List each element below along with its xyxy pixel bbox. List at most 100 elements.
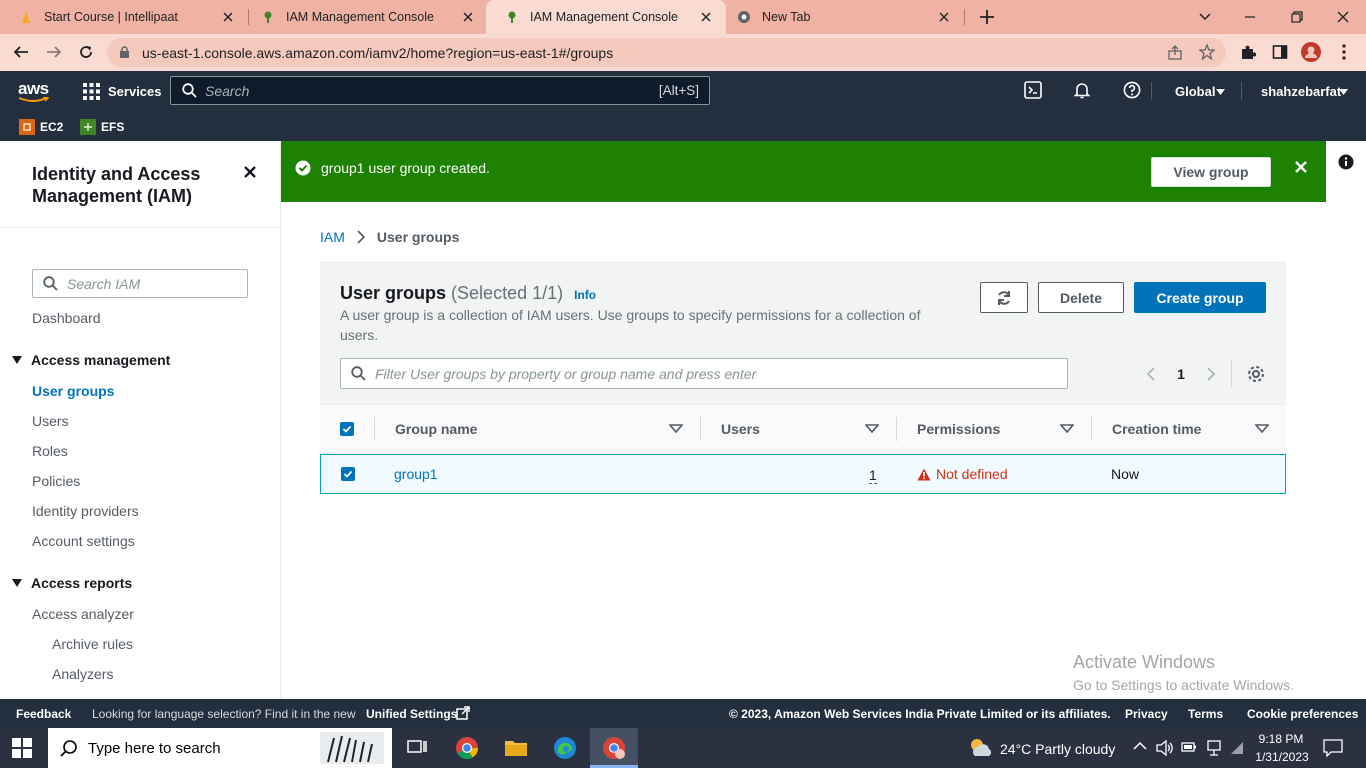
info-panel-icon[interactable] [1338, 154, 1354, 170]
back-arrow-icon[interactable] [11, 42, 31, 62]
table-row[interactable]: group1 1 Not defined Now [320, 454, 1286, 494]
tab-close-icon[interactable] [936, 9, 952, 25]
breadcrumb: IAM User groups [320, 229, 459, 245]
create-group-button[interactable]: Create group [1134, 282, 1266, 313]
network-icon[interactable] [1206, 739, 1222, 757]
tab-iam-console-active[interactable]: IAM Management Console [486, 0, 726, 34]
weather-text[interactable]: 24°C Partly cloudy [1000, 741, 1115, 757]
chrome-profile-taskbar-button[interactable] [590, 728, 638, 768]
tab-close-icon[interactable] [220, 9, 236, 25]
aws-search[interactable]: [Alt+S] [170, 76, 710, 105]
tab-search-chevron-icon[interactable] [1195, 7, 1215, 27]
privacy-link[interactable]: Privacy [1125, 707, 1168, 721]
cookie-preferences-link[interactable]: Cookie preferences [1247, 707, 1358, 721]
forward-arrow-icon[interactable] [44, 42, 64, 62]
page-number[interactable]: 1 [1177, 366, 1185, 382]
section-access-reports[interactable]: Access reports [12, 575, 132, 591]
windows-start-icon[interactable] [12, 738, 36, 762]
info-link[interactable]: Info [574, 288, 596, 302]
task-view-icon[interactable] [405, 736, 429, 760]
filter-field[interactable] [340, 358, 1068, 389]
new-tab-plus-icon[interactable] [978, 8, 996, 26]
battery-icon[interactable] [1181, 741, 1197, 753]
reload-icon[interactable] [76, 42, 96, 62]
favorite-efs[interactable]: EFS [80, 119, 124, 135]
prev-page-chevron-icon[interactable] [1146, 366, 1156, 382]
volume-icon[interactable] [1156, 739, 1174, 757]
sidebar-item-roles[interactable]: Roles [32, 443, 68, 459]
unified-settings-link[interactable]: Unified Settings [366, 707, 457, 721]
tab-iam-console-1[interactable]: IAM Management Console [242, 0, 488, 34]
minimize-icon[interactable] [1240, 7, 1260, 27]
column-header-creation-time[interactable]: Creation time [1112, 405, 1201, 453]
chevron-up-icon[interactable] [1133, 741, 1147, 751]
sidebar-item-analyzers[interactable]: Analyzers [52, 666, 113, 682]
sort-caret-icon[interactable] [865, 422, 879, 436]
tab-new-tab[interactable]: New Tab [718, 0, 964, 34]
clock-time[interactable]: 9:18 PM [1256, 732, 1306, 746]
column-header-users[interactable]: Users [721, 405, 760, 453]
window-close-icon[interactable] [1333, 7, 1353, 27]
sidebar-item-access-analyzer[interactable]: Access analyzer [32, 606, 134, 622]
sidebar-item-archive-rules[interactable]: Archive rules [52, 636, 133, 652]
wifi-icon[interactable] [1230, 741, 1244, 755]
column-header-group-name[interactable]: Group name [395, 405, 477, 453]
services-menu[interactable]: Services [108, 84, 162, 99]
tab-close-icon[interactable] [460, 9, 476, 25]
restore-icon[interactable] [1287, 7, 1307, 27]
sort-caret-icon[interactable] [669, 422, 683, 436]
side-panel-icon[interactable] [1270, 42, 1290, 62]
row-checkbox[interactable] [341, 467, 355, 481]
column-header-permissions[interactable]: Permissions [917, 405, 1000, 453]
filter-input[interactable] [375, 359, 1055, 388]
edge-icon[interactable] [553, 736, 577, 760]
notifications-bell-icon[interactable] [1073, 81, 1093, 101]
sidebar-item-identity-providers[interactable]: Identity providers [32, 503, 139, 519]
sidebar-item-policies[interactable]: Policies [32, 473, 80, 489]
aws-search-input[interactable] [205, 77, 625, 104]
refresh-button[interactable] [980, 282, 1028, 313]
settings-gear-icon[interactable] [1246, 364, 1266, 384]
sidebar-item-dashboard[interactable]: Dashboard [32, 310, 101, 326]
extensions-puzzle-icon[interactable] [1238, 42, 1258, 62]
tab-intellipaat[interactable]: Start Course | Intellipaat [0, 0, 248, 34]
cloudshell-icon[interactable] [1024, 81, 1044, 101]
close-sidebar-icon[interactable] [243, 165, 257, 179]
sidebar-item-user-groups[interactable]: User groups [32, 383, 114, 399]
section-access-management[interactable]: Access management [12, 352, 170, 368]
clock-date[interactable]: 1/31/2023 [1254, 750, 1310, 764]
services-grid-icon[interactable] [83, 83, 100, 100]
help-icon[interactable] [1123, 81, 1143, 101]
feedback-link[interactable]: Feedback [16, 707, 71, 721]
group-name-link[interactable]: group1 [394, 455, 438, 493]
tab-close-icon[interactable] [698, 9, 714, 25]
file-explorer-icon[interactable] [504, 736, 528, 760]
chrome-menu-icon[interactable] [1334, 42, 1354, 62]
sidebar-search-input[interactable] [67, 270, 237, 297]
bookmark-star-icon[interactable] [1199, 44, 1215, 60]
address-bar[interactable]: us-east-1.console.aws.amazon.com/iamv2/h… [107, 38, 1226, 67]
users-count[interactable]: 1 [869, 467, 877, 484]
sort-caret-icon[interactable] [1060, 422, 1074, 436]
sidebar-item-account-settings[interactable]: Account settings [32, 533, 135, 549]
account-menu[interactable]: shahzebarfat [1261, 84, 1341, 99]
delete-button[interactable]: Delete [1038, 282, 1124, 313]
next-page-chevron-icon[interactable] [1206, 366, 1216, 382]
dismiss-flash-close-icon[interactable] [1294, 160, 1308, 174]
sidebar-item-users[interactable]: Users [32, 413, 69, 429]
terms-link[interactable]: Terms [1188, 707, 1223, 721]
taskbar-search[interactable]: Type here to search [48, 728, 392, 768]
breadcrumb-iam-link[interactable]: IAM [320, 229, 345, 245]
view-group-button[interactable]: View group [1151, 157, 1271, 187]
region-selector[interactable]: Global [1175, 84, 1215, 99]
profile-avatar-icon[interactable] [1301, 42, 1321, 62]
weather-cloud-icon[interactable] [968, 736, 994, 760]
aws-logo[interactable]: aws [18, 79, 50, 103]
sidebar-search[interactable] [32, 269, 248, 298]
favorite-ec2[interactable]: EC2 [19, 119, 63, 135]
select-all-checkbox[interactable] [340, 422, 354, 436]
sort-caret-icon[interactable] [1255, 422, 1269, 436]
notification-center-icon[interactable] [1323, 739, 1343, 757]
chrome-taskbar-icon[interactable] [455, 736, 479, 760]
share-icon[interactable] [1167, 45, 1183, 61]
